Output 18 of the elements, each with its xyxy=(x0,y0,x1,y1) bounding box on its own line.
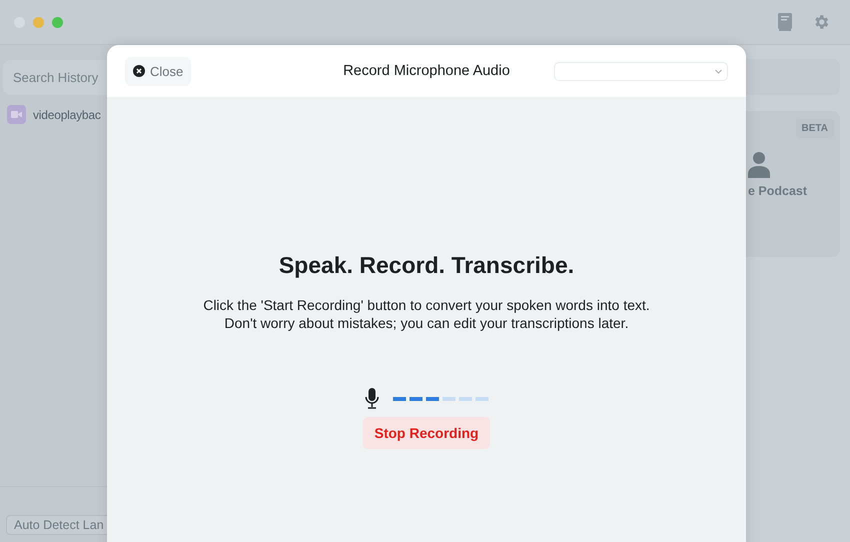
heading: Speak. Record. Transcribe. xyxy=(278,252,574,279)
window-maximize-dot[interactable] xyxy=(52,16,63,28)
description-line: Don't worry about mistakes; you can edit your transcriptions later. xyxy=(224,315,629,331)
microphone-dropdown[interactable] xyxy=(554,62,728,80)
modal-title: Record Microphone Audio xyxy=(343,63,510,79)
chevron-down-icon xyxy=(715,68,722,74)
history-item[interactable]: videoplaybac xyxy=(7,105,329,124)
microphone-icon xyxy=(364,388,378,409)
person-icon xyxy=(748,152,770,178)
beta-badge: BETA xyxy=(796,119,834,138)
description-line: Click the 'Start Recording' button to convert your spoken words into text. xyxy=(203,297,650,313)
card-label: e Podcast xyxy=(748,184,808,198)
close-button[interactable]: Close xyxy=(125,56,192,86)
book-icon[interactable] xyxy=(778,13,792,31)
window-minimize-dot[interactable] xyxy=(33,16,44,28)
stop-recording-button[interactable]: Stop Recording xyxy=(363,417,490,449)
close-icon xyxy=(133,65,145,77)
video-icon xyxy=(7,105,26,124)
